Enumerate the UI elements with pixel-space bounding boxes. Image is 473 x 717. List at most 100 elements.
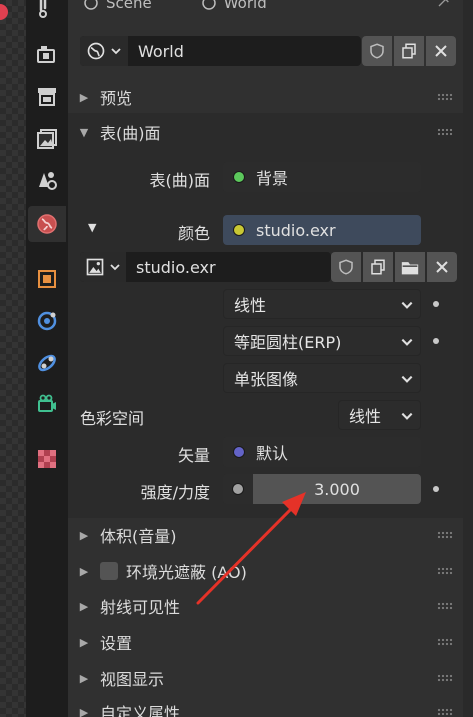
collapsed-arrow-icon: ▶ [79,705,89,717]
object-tab[interactable] [28,261,66,297]
ao-header-label: 环境光遮蔽 (AO) [126,563,247,582]
constraint-icon [38,354,56,372]
projection-value: 等距圆柱(ERP) [234,333,342,352]
drag-handle-icon[interactable] [437,602,453,610]
tool-icon [39,0,47,18]
color-input-field[interactable]: studio.exr [223,215,421,245]
chevron-down-icon [111,48,121,55]
render-tab[interactable] [28,37,66,73]
projection-dropdown[interactable]: 等距圆柱(ERP) [223,326,421,356]
viewport-edge [0,0,26,717]
preview-panel-header[interactable]: ▶ 预览 [68,79,463,115]
chevron-down-icon [401,301,413,309]
surface-header-label: 表(曲)面 [100,124,161,143]
colorspace-value: 线性 [349,407,382,426]
data-tab[interactable] [28,387,66,423]
expanded-arrow-icon[interactable]: ▼ [88,221,96,234]
output-icon [38,88,56,106]
shield-icon [370,43,384,59]
animate-property-dot[interactable] [433,338,439,344]
folder-icon [401,262,419,275]
custom-props-panel-header[interactable]: ▶ 自定义属性 [68,694,463,717]
drag-handle-icon[interactable] [437,674,453,682]
vector-input-value: 默认 [256,444,289,463]
expanded-arrow-icon: ▼ [79,125,89,139]
volume-panel-header[interactable]: ▶ 体积(音量) [68,517,463,553]
collapsed-arrow-icon: ▶ [79,528,89,542]
color-prop-label: 颜色 [177,224,210,243]
pin-icon[interactable] [435,0,451,10]
collapsed-arrow-icon: ▶ [79,599,89,613]
image-source-dropdown[interactable]: 单张图像 [223,363,421,393]
colorspace-label: 色彩空间 [80,409,145,428]
texture-tab[interactable] [28,441,66,477]
animate-property-dot[interactable] [433,486,439,492]
duplicate-button[interactable] [394,36,424,66]
scene-context[interactable]: Scene [82,0,152,12]
ray-visibility-panel-header[interactable]: ▶ 射线可见性 [68,588,463,624]
drag-handle-icon[interactable] [437,93,453,101]
vector-input-field[interactable]: 默认 [223,437,421,467]
fake-user-button[interactable] [331,252,361,282]
interpolation-value: 线性 [234,296,267,315]
drag-handle-icon[interactable] [437,128,453,136]
drag-handle-icon[interactable] [437,567,453,575]
strength-number-slider[interactable]: 3.000 [253,474,421,504]
shield-icon [339,259,353,275]
output-tab[interactable] [28,79,66,115]
duplicate-icon [402,43,416,59]
settings-panel-header[interactable]: ▶ 设置 [68,624,463,660]
scene-tab[interactable] [28,163,66,199]
viewport-display-panel-header[interactable]: ▶ 视图显示 [68,660,463,696]
socket-link-button[interactable] [223,474,253,504]
drag-handle-icon[interactable] [437,708,453,716]
image-icon [86,258,104,276]
properties-panel: Scene World World ▶ 预览 ▼ 表(曲)面 表(曲)面 背景 … [68,0,463,717]
preview-header-label: 预览 [100,89,133,108]
fake-user-button[interactable] [362,36,392,66]
collapsed-arrow-icon: ▶ [79,635,89,649]
viewport-display-header-label: 视图显示 [100,670,165,689]
image-browse-button[interactable] [80,252,126,282]
vector-socket-icon [233,446,245,458]
interpolation-dropdown[interactable]: 线性 [223,289,421,319]
duplicate-icon [371,259,385,275]
vector-prop-label: 矢量 [177,446,210,465]
custom-props-header-label: 自定义属性 [100,704,181,717]
duplicate-button[interactable] [363,252,393,282]
scrollbar-track[interactable] [463,0,473,717]
tool-tab[interactable] [28,0,66,26]
unlink-button[interactable] [427,252,457,282]
ao-enable-checkbox[interactable] [100,562,118,580]
world-tab[interactable] [28,206,66,242]
render-icon [37,46,55,63]
colorspace-dropdown[interactable]: 线性 [338,400,421,430]
ray-visibility-header-label: 射线可见性 [100,598,181,617]
strength-input-field[interactable]: 3.000 [223,474,421,504]
world-browse-button[interactable] [80,36,128,66]
animate-property-dot[interactable] [433,301,439,307]
ao-panel-header[interactable]: ▶ 环境光遮蔽 (AO) [68,553,463,589]
world-name: World [138,41,184,61]
constraint-tab[interactable] [28,345,66,381]
unlink-button[interactable] [426,36,456,66]
world-datablock-field[interactable]: World [80,36,361,66]
physics-tab[interactable] [28,303,66,339]
open-file-button[interactable] [395,252,425,282]
view-layer-tab[interactable] [28,121,66,157]
camera-data-icon [38,394,56,412]
world-datablock-buttons [360,36,456,66]
surface-shader-field[interactable]: 背景 [223,162,421,192]
world-context[interactable]: World [200,0,267,12]
world-context-label: World [223,0,267,12]
chevron-down-icon [401,375,413,383]
volume-header-label: 体积(音量) [100,527,177,546]
color-socket-icon [233,224,245,236]
drag-handle-icon[interactable] [437,638,453,646]
image-datablock-field[interactable]: studio.exr [80,252,331,282]
color-input-value: studio.exr [256,220,336,240]
drag-handle-icon[interactable] [437,531,453,539]
surface-panel-header[interactable]: ▼ 表(曲)面 [68,114,463,150]
shader-socket-icon [233,171,245,183]
chevron-down-icon [401,412,413,420]
